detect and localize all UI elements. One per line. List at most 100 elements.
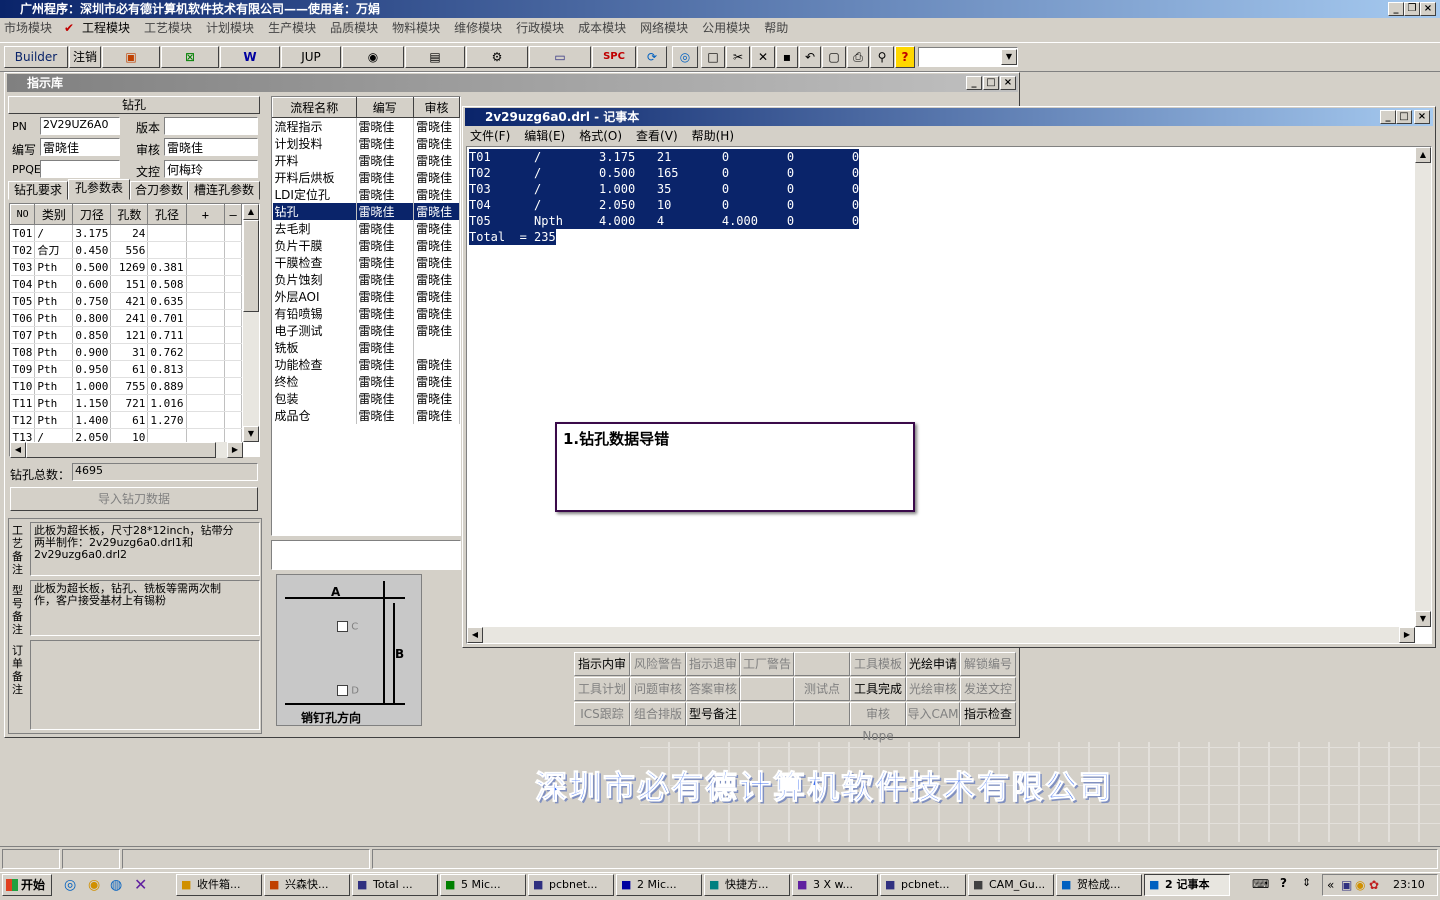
menu-item-7[interactable]: 维修模块 <box>454 21 502 35</box>
tray-app-icon[interactable]: ◉ <box>1355 878 1365 892</box>
flow-row[interactable]: 流程指示 雷晓佳 雷晓佳 <box>272 117 460 135</box>
tab-drill-requirements[interactable]: 钻孔要求 <box>8 181 68 200</box>
network-icon[interactable]: ⚙ <box>466 46 528 68</box>
action-button[interactable]: 工厂警告 <box>740 652 794 676</box>
audit-field[interactable]: 雷晓佳 <box>164 138 258 156</box>
inst-minimize-icon[interactable]: _ <box>966 76 982 90</box>
taskbar-item[interactable]: ■ CAM_Gu... <box>968 874 1054 896</box>
help-icon[interactable]: ? <box>895 46 915 68</box>
table-row[interactable]: T03 Pth 0.500 1269 0.381 <box>10 258 242 276</box>
ime-icon[interactable]: ⇕ <box>1302 876 1311 889</box>
table-row[interactable]: T01/3.175 24 <box>10 224 242 242</box>
action-button[interactable]: ICS跟踪 <box>574 702 630 726</box>
ie-icon[interactable]: ◎ <box>64 877 76 893</box>
np-scroll-up-icon[interactable]: ▲ <box>1415 147 1431 163</box>
flow-input[interactable] <box>271 540 461 570</box>
menu-item-6[interactable]: 物料模块 <box>392 21 440 35</box>
notepad-text-area[interactable]: T01 / 3.175 21 0 0 0 T02 / 0.500 165 0 0 … <box>466 146 1432 644</box>
pn-field[interactable]: 2V29UZ6A0 <box>40 117 120 135</box>
flow-row[interactable]: 负片蚀刻 雷晓佳 雷晓佳 <box>272 271 460 288</box>
table-row[interactable]: T07 Pth 0.850 121 0.711 <box>10 326 242 344</box>
action-button[interactable]: 导入CAM <box>906 702 960 726</box>
action-button[interactable]: 工具模板 <box>850 652 906 676</box>
taskbar-item[interactable]: ■ 收件箱... <box>176 874 262 896</box>
action-button[interactable]: 答案审核 <box>686 677 740 701</box>
action-button[interactable]: 组合排版 <box>630 702 686 726</box>
database-icon[interactable]: ▤ <box>405 46 465 68</box>
taskbar-item[interactable]: ■ 快捷方... <box>704 874 790 896</box>
flow-row[interactable]: 钻孔 雷晓佳 雷晓佳 <box>272 203 460 220</box>
menu-item-8[interactable]: 行政模块 <box>516 21 564 35</box>
model-note[interactable]: 此板为超长板，钻孔、铣板等需两次制作，客户接受基材上有锡粉 <box>30 580 260 636</box>
undo-icon[interactable]: ↶ <box>799 46 821 68</box>
action-button[interactable] <box>794 652 850 676</box>
delete-icon[interactable]: ✕ <box>751 46 775 68</box>
menu-item-0[interactable]: 市场模块 <box>4 21 52 35</box>
action-button[interactable] <box>794 702 850 726</box>
notepad-menu-item[interactable]: 文件(F) <box>470 129 510 143</box>
flow-row[interactable]: 终检 雷晓佳 雷晓佳 <box>272 373 460 390</box>
total-field[interactable]: 4695 <box>72 463 258 481</box>
flow-row[interactable]: 铣板 雷晓佳 <box>272 339 460 356</box>
taskbar-item[interactable]: ■ 2 Mic... <box>616 874 702 896</box>
remove-row-button[interactable]: — <box>224 204 242 225</box>
minimize-icon[interactable]: _ <box>1388 2 1404 16</box>
cut-icon[interactable]: ✂ <box>726 46 750 68</box>
action-button[interactable] <box>740 702 794 726</box>
taskbar-item[interactable]: ■ pcbnet... <box>528 874 614 896</box>
notepad-vscroll[interactable]: ▲ ▼ <box>1415 147 1431 627</box>
action-button[interactable]: 型号备注 <box>686 702 740 726</box>
order-note[interactable] <box>30 640 260 730</box>
checkbox-c[interactable]: C <box>337 621 358 633</box>
close-icon[interactable]: × <box>1420 2 1436 16</box>
table-row[interactable]: T09 Pth 0.950 61 0.813 <box>10 360 242 378</box>
menu-item-3[interactable]: 计划模块 <box>206 21 254 35</box>
save-icon[interactable]: ▪ <box>776 46 798 68</box>
preview-icon[interactable]: ▢ <box>822 46 846 68</box>
flow-row[interactable]: 计划投料 雷晓佳 雷晓佳 <box>272 135 460 152</box>
taskbar-item[interactable]: ■ 2 记事本 <box>1144 874 1230 896</box>
menu-item-12[interactable]: 帮助 <box>764 21 788 35</box>
flow-row[interactable]: 电子测试 雷晓佳 雷晓佳 <box>272 322 460 339</box>
action-button[interactable]: 问题审核 <box>630 677 686 701</box>
scroll-right-icon[interactable]: ▶ <box>227 442 243 458</box>
taskbar-item[interactable]: ■ 兴森快... <box>264 874 350 896</box>
desktop-icon[interactable]: ◍ <box>110 877 122 893</box>
version-field[interactable] <box>164 117 258 135</box>
action-button[interactable]: 工具完成 <box>850 677 906 701</box>
menu-item-10[interactable]: 网络模块 <box>640 21 688 35</box>
notepad-minimize-icon[interactable]: _ <box>1380 110 1396 124</box>
action-button[interactable]: 工具计划 <box>574 677 630 701</box>
globe-icon[interactable]: ◎ <box>672 46 698 68</box>
table-row[interactable]: T02 合刀 0.450 556 <box>10 241 242 259</box>
action-button[interactable]: 指示检查 <box>960 702 1016 726</box>
outlook-icon[interactable]: ◉ <box>88 877 100 893</box>
tab-combined-tool[interactable]: 合刀参数 <box>130 181 188 200</box>
action-button[interactable]: 发送文控 <box>960 677 1016 701</box>
find-icon[interactable]: ⚲ <box>870 46 894 68</box>
table-row[interactable]: T06 Pth 0.800 241 0.701 <box>10 309 242 327</box>
flow-row[interactable]: 功能检查 雷晓佳 雷晓佳 <box>272 356 460 373</box>
builder-button[interactable]: Builder <box>4 46 68 68</box>
drill-table-hscroll[interactable]: ◀ ▶ <box>10 442 243 458</box>
inst-close-icon[interactable]: × <box>1000 76 1016 90</box>
table-row[interactable]: T04 Pth 0.600 151 0.508 <box>10 275 242 293</box>
flow-row[interactable]: 去毛刺 雷晓佳 雷晓佳 <box>272 220 460 237</box>
word-icon[interactable]: W <box>220 46 280 68</box>
table-row[interactable]: T08 Pth 0.900 31 0.762 <box>10 343 242 361</box>
action-button[interactable]: 光绘审核 <box>906 677 960 701</box>
table-row[interactable]: T12 Pth 1.400 61 1.270 <box>10 411 242 429</box>
taskbar-help-icon[interactable]: ? <box>1280 876 1287 890</box>
taskbar-item[interactable]: ■ 5 Mic... <box>440 874 526 896</box>
flow-row[interactable]: 负片干膜 雷晓佳 雷晓佳 <box>272 237 460 254</box>
flow-row[interactable]: 开料 雷晓佳 雷晓佳 <box>272 152 460 169</box>
start-button[interactable]: 开始 <box>2 874 52 896</box>
flow-row[interactable]: 包装 雷晓佳 雷晓佳 <box>272 390 460 407</box>
action-button[interactable]: 风险警告 <box>630 652 686 676</box>
checkbox-d[interactable]: D <box>337 685 359 697</box>
scroll-up-icon[interactable]: ▲ <box>243 204 259 220</box>
logout-button[interactable]: 注销 <box>69 46 101 68</box>
menu-item-9[interactable]: 成本模块 <box>578 21 626 35</box>
notepad-close-icon[interactable]: × <box>1414 110 1430 124</box>
app-quick-icon[interactable]: ✕ <box>134 875 147 894</box>
